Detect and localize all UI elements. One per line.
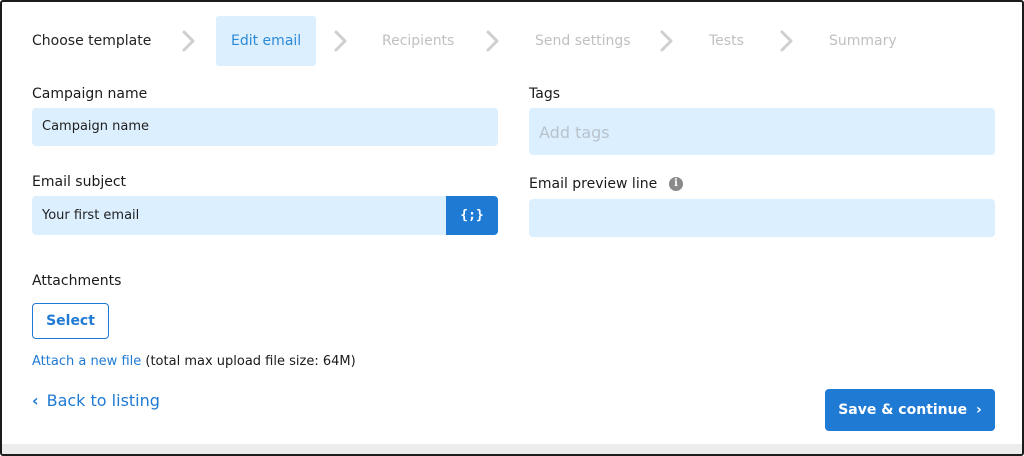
email-preview-input[interactable]	[529, 199, 995, 237]
campaign-name-input[interactable]: Campaign name	[32, 108, 498, 146]
wizard-stepper: Choose template Edit email Recipients Se…	[2, 16, 1022, 66]
email-editor-panel: Choose template Edit email Recipients Se…	[0, 0, 1024, 456]
chevron-right-icon	[778, 16, 796, 66]
insert-variable-button[interactable]: {;}	[446, 196, 498, 235]
email-preview-label: Email preview line	[529, 176, 658, 192]
tags-placeholder: Add tags	[539, 123, 610, 142]
chevron-left-icon: ‹	[32, 391, 39, 410]
chevron-right-icon	[484, 16, 502, 66]
back-to-listing-link[interactable]: ‹ Back to listing	[32, 391, 160, 410]
save-and-continue-label: Save & continue	[838, 402, 968, 418]
save-and-continue-button[interactable]: Save & continue ›	[825, 389, 995, 431]
bottom-divider	[2, 444, 1022, 454]
email-subject-input[interactable]: Your first email	[32, 196, 448, 235]
attach-new-file-link[interactable]: Attach a new file	[32, 354, 141, 369]
chevron-right-icon	[658, 16, 676, 66]
step-send-settings[interactable]: Send settings	[535, 16, 631, 66]
step-summary[interactable]: Summary	[829, 16, 897, 66]
info-icon[interactable]: i	[669, 177, 683, 191]
tags-label: Tags	[529, 86, 560, 102]
chevron-right-icon	[180, 16, 198, 66]
attach-file-line: Attach a new file (total max upload file…	[32, 354, 356, 369]
step-choose-template[interactable]: Choose template	[32, 16, 151, 66]
select-attachment-button[interactable]: Select	[32, 303, 109, 339]
back-to-listing-label: Back to listing	[46, 391, 160, 410]
step-edit-email[interactable]: Edit email	[216, 16, 317, 66]
tags-input[interactable]: Add tags	[529, 108, 995, 155]
campaign-name-label: Campaign name	[32, 86, 148, 102]
step-tests[interactable]: Tests	[709, 16, 744, 66]
chevron-right-icon: ›	[976, 402, 982, 418]
attach-size-note: (total max upload file size: 64M)	[145, 354, 356, 369]
step-recipients[interactable]: Recipients	[382, 16, 454, 66]
chevron-right-icon	[332, 16, 350, 66]
email-subject-label: Email subject	[32, 174, 127, 190]
attachments-label: Attachments	[32, 273, 122, 289]
